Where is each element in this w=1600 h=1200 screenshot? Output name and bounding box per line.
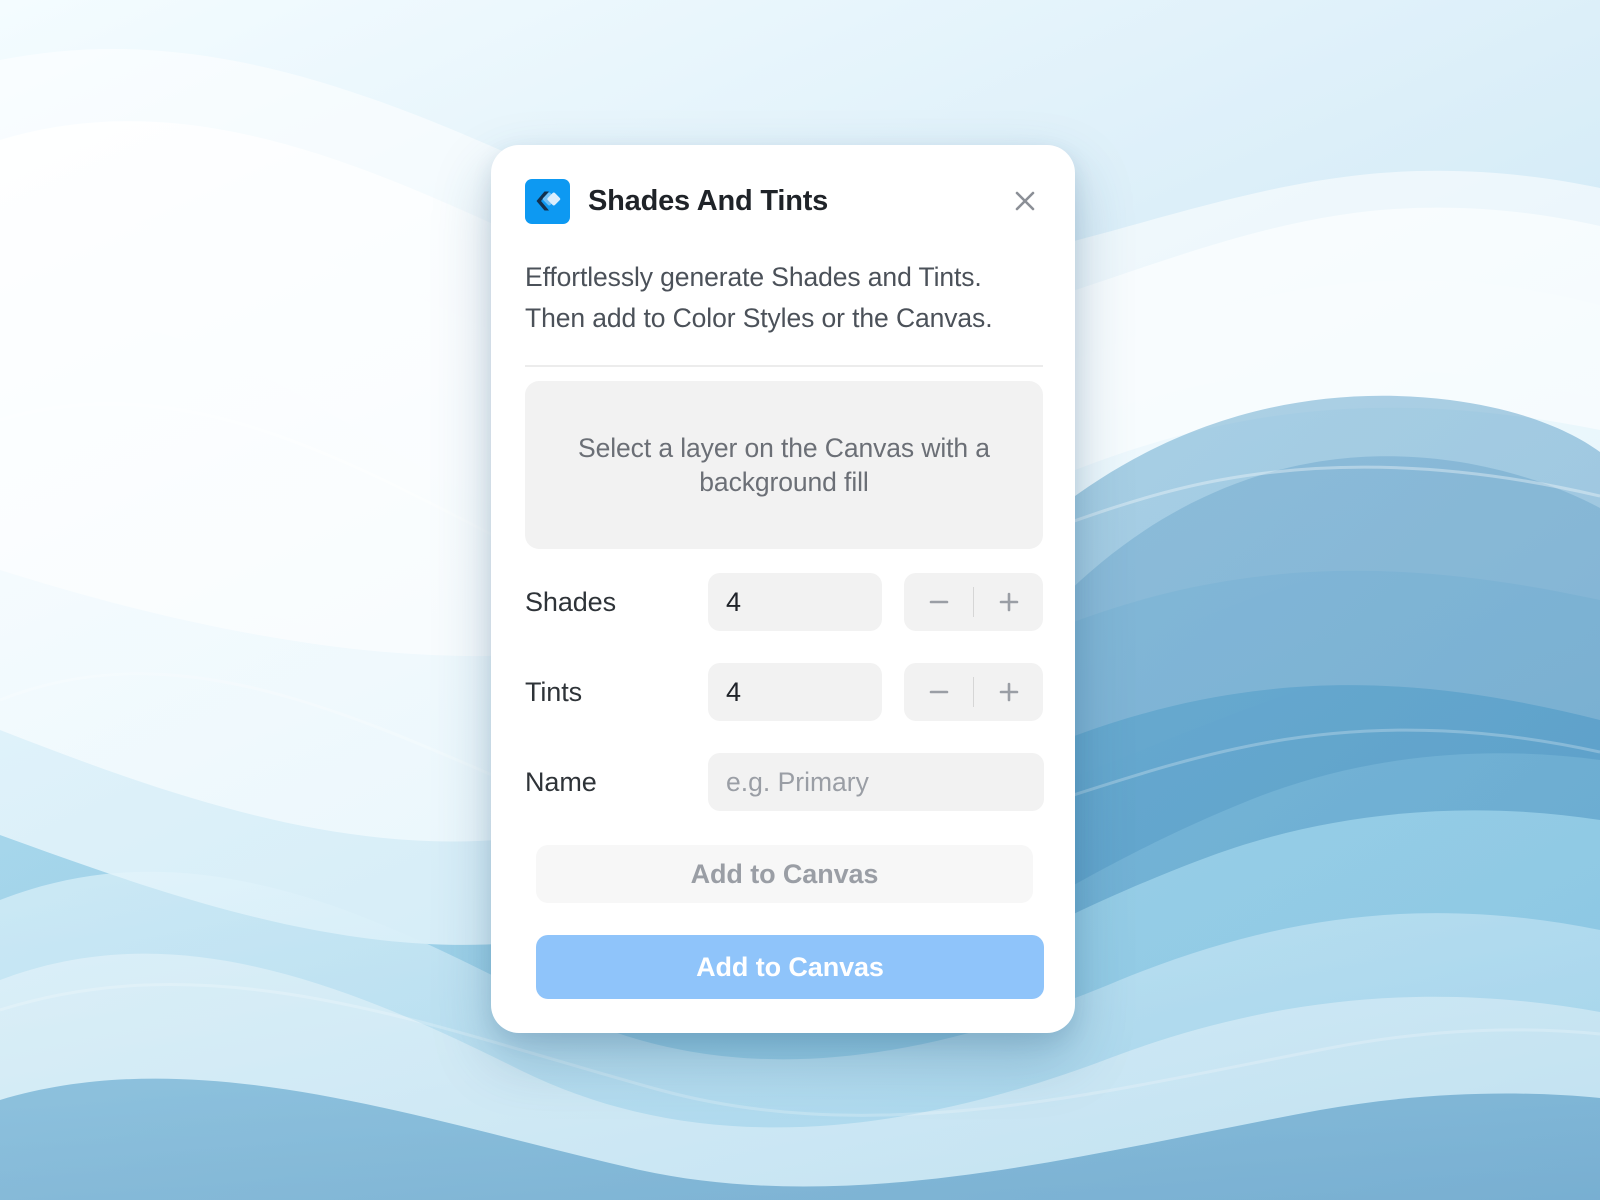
add-to-color-styles-button[interactable]: Add to Canvas (536, 845, 1033, 903)
tints-label: Tints (525, 676, 583, 707)
dialog-header: Shades And Tints (525, 173, 1045, 229)
tints-stepper (904, 663, 1043, 721)
dialog-title: Shades And Tints (588, 184, 829, 217)
shades-and-tints-dialog: Shades And Tints Effortlessly generate S… (491, 145, 1075, 1033)
tints-input[interactable] (708, 663, 882, 721)
empty-state-notice: Select a layer on the Canvas with a back… (525, 381, 1043, 549)
shades-decrement-button[interactable] (904, 573, 973, 631)
add-to-canvas-button[interactable]: Add to Canvas (536, 935, 1044, 999)
shades-stepper (904, 573, 1043, 631)
tints-increment-button[interactable] (974, 663, 1043, 721)
shades-row: Shades (525, 573, 1043, 631)
header-divider (525, 365, 1043, 367)
shades-and-tints-logo-icon (525, 178, 570, 224)
name-row: Name (525, 753, 1044, 811)
shades-increment-button[interactable] (974, 573, 1043, 631)
tints-decrement-button[interactable] (904, 663, 973, 721)
tints-row: Tints (525, 663, 1043, 721)
shades-input[interactable] (708, 573, 882, 631)
dialog-description: Effortlessly generate Shades and Tints. … (525, 262, 993, 333)
close-icon[interactable] (1005, 181, 1045, 221)
empty-state-notice-text: Select a layer on the Canvas with a back… (578, 433, 990, 497)
name-label: Name (525, 766, 597, 797)
shades-label: Shades (525, 586, 616, 617)
app-root: Shades And Tints Effortlessly generate S… (0, 0, 1600, 1200)
name-input[interactable] (708, 753, 1044, 811)
